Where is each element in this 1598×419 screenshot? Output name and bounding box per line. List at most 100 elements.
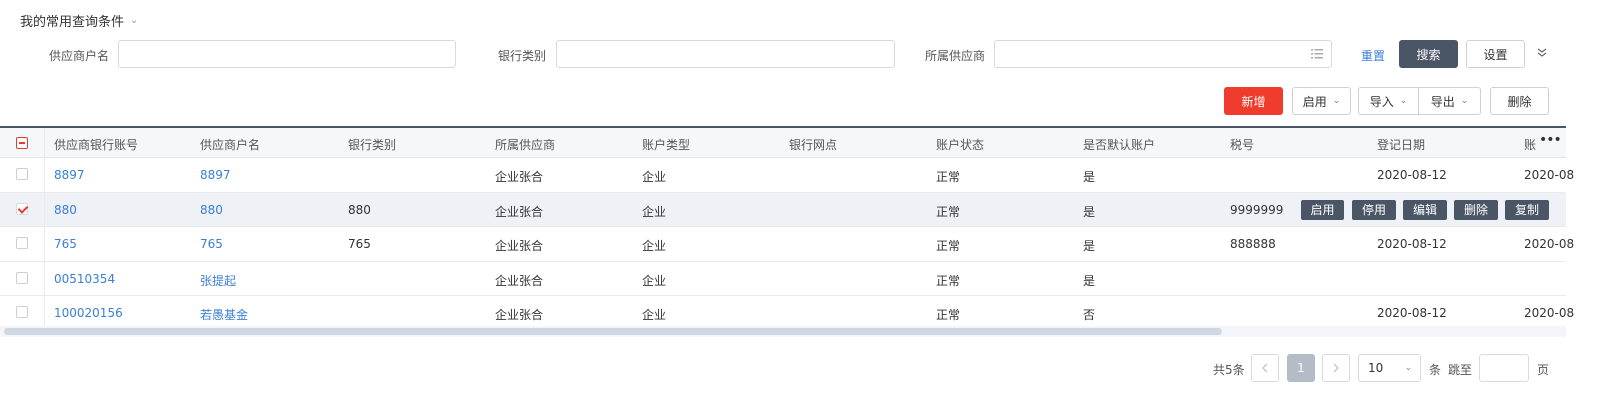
date-cell: 2020-08-12: [1377, 168, 1447, 182]
header-owner[interactable]: 所属供应商: [495, 136, 555, 153]
total-count: 共5条: [1213, 363, 1245, 377]
row-delete-button[interactable]: 删除: [1454, 199, 1498, 220]
name-link[interactable]: 765: [200, 237, 223, 251]
row-disable-button[interactable]: 停用: [1352, 199, 1396, 220]
date-cell: 2020-08-12: [1377, 306, 1447, 320]
horizontal-scrollbar-thumb[interactable]: [4, 328, 1222, 335]
row-checkbox[interactable]: [16, 306, 28, 318]
default-cell: 是: [1083, 239, 1096, 253]
table-row[interactable]: 765 765 765 企业张合 企业 正常 是 888888 2020-08-…: [0, 227, 1574, 262]
row-copy-button[interactable]: 复制: [1505, 199, 1549, 220]
supplier-name-input[interactable]: [118, 40, 456, 68]
table-row[interactable]: 8897 8897 企业张合 企业 正常 是 2020-08-12 2020-0…: [0, 158, 1574, 193]
default-cell: 是: [1083, 204, 1096, 219]
owner-cell: 企业张合: [495, 273, 544, 288]
settings-button[interactable]: 设置: [1466, 40, 1525, 68]
table-row[interactable]: 00510354 张提起 企业张合 企业 正常 是: [0, 261, 1566, 296]
reset-link[interactable]: 重置: [1361, 47, 1385, 64]
column-divider: [44, 192, 45, 226]
jump-label: 跳至: [1448, 363, 1473, 377]
table-row[interactable]: 880 880 880 企业张合 企业 正常 是 9999999 启用 停用 编…: [0, 192, 1566, 227]
jump-unit: 页: [1537, 363, 1550, 377]
bank-cell: 765: [348, 237, 371, 251]
header-tax[interactable]: 税号: [1230, 136, 1254, 153]
header-date[interactable]: 登记日期: [1377, 136, 1425, 153]
header-name[interactable]: 供应商户名: [200, 136, 260, 153]
chevron-right-icon: [1333, 363, 1339, 373]
bank-type-label: 银行类别: [498, 49, 547, 63]
header-default[interactable]: 是否默认账户: [1083, 136, 1155, 153]
name-link[interactable]: 张提起: [200, 272, 236, 289]
header-branch[interactable]: 银行网点: [789, 136, 837, 153]
row-checkbox[interactable]: [16, 271, 28, 284]
row-checkbox[interactable]: [16, 237, 28, 249]
column-divider: [44, 227, 45, 261]
default-cell: 是: [1083, 273, 1096, 288]
filter-row: 供应商户名 银行类别 所属供应商 重置 搜索 设置: [0, 40, 1598, 68]
column-divider: [44, 128, 45, 157]
import-dropdown-button[interactable]: 导入 ⌄: [1358, 87, 1419, 115]
column-divider: [44, 296, 45, 330]
delete-button[interactable]: 删除: [1490, 87, 1549, 115]
account-link[interactable]: 765: [54, 237, 77, 251]
extra-cell: 2020-08: [1524, 168, 1575, 182]
header-bank[interactable]: 银行类别: [348, 136, 396, 153]
name-link[interactable]: 880: [200, 203, 223, 217]
chevron-down-icon: ⌄: [130, 15, 139, 26]
row-enable-button[interactable]: 启用: [1301, 199, 1344, 220]
type-cell: 企业: [642, 239, 667, 253]
type-cell: 企业: [642, 170, 667, 184]
header-extra[interactable]: 账: [1524, 136, 1536, 153]
header-account[interactable]: 供应商银行账号: [54, 136, 138, 153]
header-status[interactable]: 账户状态: [936, 136, 984, 153]
status-cell: 正常: [936, 170, 961, 184]
enable-label: 启用: [1302, 94, 1327, 109]
account-link[interactable]: 100020156: [54, 306, 123, 320]
saved-query-label: 我的常用查询条件: [20, 15, 125, 30]
prev-page-button[interactable]: [1251, 354, 1279, 382]
page-size-select[interactable]: 10 ⌄: [1358, 354, 1421, 382]
saved-query-dropdown[interactable]: 我的常用查询条件 ⌄: [20, 11, 138, 30]
date-cell: 2020-08-12: [1377, 237, 1447, 251]
tax-cell: 9999999: [1230, 202, 1284, 217]
double-chevron-down-icon[interactable]: [1537, 46, 1547, 60]
search-button[interactable]: 搜索: [1399, 40, 1458, 68]
column-divider: [44, 158, 45, 192]
default-cell: 否: [1083, 308, 1096, 322]
account-link[interactable]: 00510354: [54, 272, 115, 286]
list-icon[interactable]: [1311, 49, 1323, 59]
type-cell: 企业: [642, 308, 667, 322]
chevron-down-icon: ⌄: [1404, 363, 1412, 373]
bank-cell: 880: [348, 202, 371, 217]
header-type[interactable]: 账户类型: [642, 136, 690, 153]
chevron-down-icon: ⌄: [1332, 96, 1341, 106]
import-label: 导入: [1369, 94, 1394, 109]
more-columns-icon[interactable]: •••: [1539, 132, 1562, 148]
name-link[interactable]: 若愚基金: [200, 306, 248, 323]
row-edit-button[interactable]: 编辑: [1403, 199, 1447, 220]
extra-cell: 2020-08: [1524, 306, 1575, 320]
account-link[interactable]: 880: [54, 203, 77, 217]
extra-cell: 2020-08: [1524, 237, 1575, 251]
export-dropdown-button[interactable]: 导出 ⌄: [1418, 87, 1481, 115]
owner-cell: 企业张合: [495, 170, 544, 184]
add-button[interactable]: 新增: [1224, 87, 1283, 115]
next-page-button[interactable]: [1322, 354, 1350, 382]
row-checkbox[interactable]: [16, 202, 28, 215]
row-checkbox[interactable]: [16, 168, 28, 180]
owner-cell: 企业张合: [495, 204, 544, 219]
bank-type-input[interactable]: [556, 40, 895, 68]
supplier-name-label: 供应商户名: [49, 49, 110, 63]
status-cell: 正常: [936, 239, 961, 253]
export-label: 导出: [1430, 94, 1455, 109]
chevron-down-icon: ⌄: [1460, 96, 1469, 106]
enable-dropdown-button[interactable]: 启用 ⌄: [1292, 87, 1351, 115]
account-link[interactable]: 8897: [54, 168, 85, 182]
owner-supplier-input[interactable]: [994, 40, 1332, 68]
owner-supplier-label: 所属供应商: [925, 49, 986, 63]
jump-page-input[interactable]: [1479, 354, 1529, 382]
type-cell: 企业: [642, 273, 667, 288]
select-all-checkbox[interactable]: [16, 137, 28, 149]
name-link[interactable]: 8897: [200, 168, 231, 182]
page-1-button[interactable]: 1: [1287, 354, 1315, 382]
